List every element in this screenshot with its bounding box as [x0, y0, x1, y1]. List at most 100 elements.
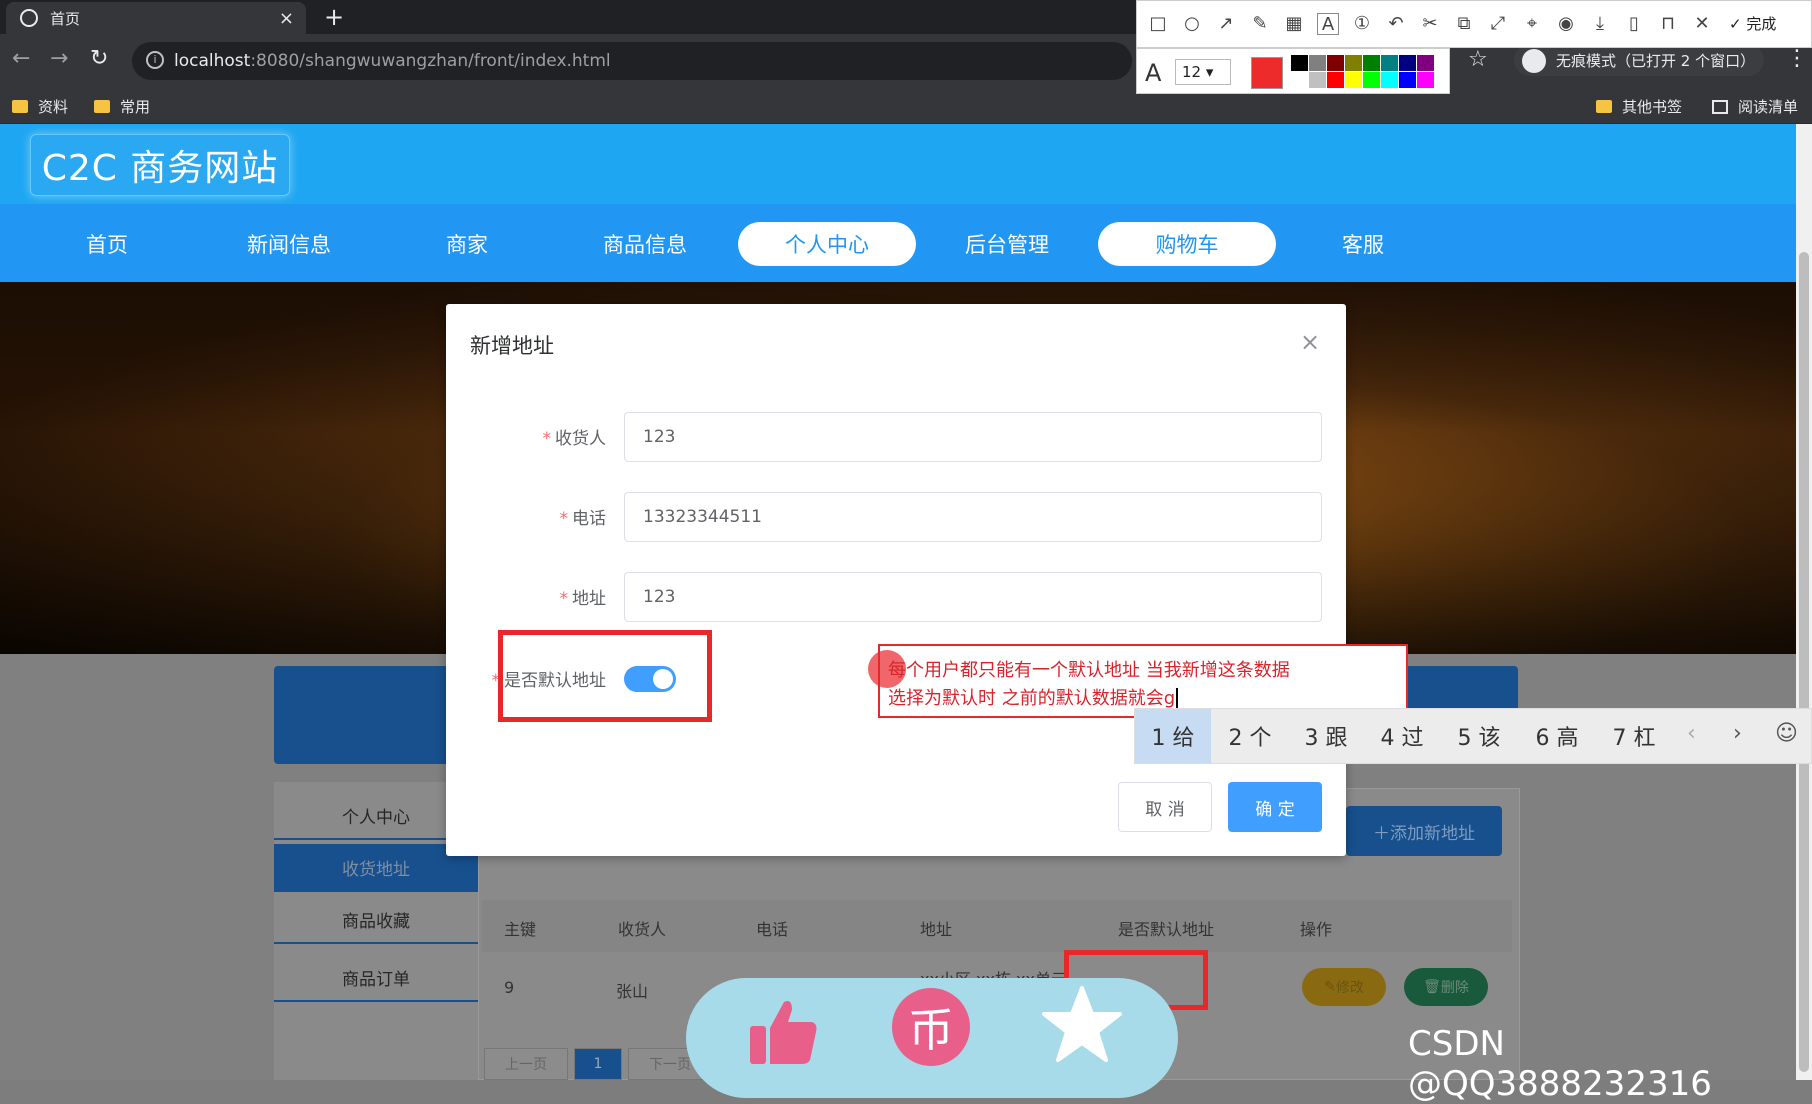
column-header: 操作: [1300, 920, 1333, 939]
palette-swatch[interactable]: [1327, 55, 1344, 71]
record-icon[interactable]: ◉: [1555, 13, 1577, 35]
bookmark-star-icon[interactable]: ☆: [1468, 47, 1488, 72]
ime-candidate[interactable]: 2 个: [1213, 709, 1287, 763]
sidebar-item-favorites[interactable]: 商品收藏: [274, 896, 478, 944]
palette-swatch[interactable]: [1381, 72, 1398, 88]
nav-item-news[interactable]: 新闻信息: [200, 222, 378, 266]
ime-emoji-icon[interactable]: ☺: [1775, 721, 1798, 746]
palette-swatch[interactable]: [1291, 55, 1308, 71]
close-icon[interactable]: ✕: [1691, 13, 1713, 35]
other-bookmarks[interactable]: 其他书签: [1596, 96, 1682, 117]
tab-close-icon[interactable]: ×: [279, 8, 294, 29]
palette-swatch[interactable]: [1363, 55, 1380, 71]
forward-arrow-icon[interactable]: →: [50, 46, 68, 71]
delete-button[interactable]: 🗑 删除: [1404, 968, 1488, 1006]
annotation-textbox[interactable]: 每个用户都只能有一个默认地址 当我新增这条数据 选择为默认时 之前的默认数据就会…: [868, 644, 1408, 718]
save-icon[interactable]: ▯: [1623, 13, 1645, 35]
ellipse-tool-icon[interactable]: ○: [1181, 13, 1203, 35]
palette-swatch[interactable]: [1363, 72, 1380, 88]
ime-candidate[interactable]: 7 杠: [1597, 709, 1671, 763]
bookmark-icon[interactable]: ⊓: [1657, 13, 1679, 35]
menu-kebab-icon[interactable]: ⋮: [1786, 46, 1808, 71]
palette-swatch[interactable]: [1345, 55, 1362, 71]
sidebar-item-orders[interactable]: 商品订单: [274, 954, 478, 1002]
palette-swatch[interactable]: [1309, 72, 1326, 88]
info-icon[interactable]: i: [146, 51, 164, 69]
add-address-label: 添加新地址: [1390, 823, 1475, 844]
palette-swatch[interactable]: [1399, 72, 1416, 88]
nav-item-admin[interactable]: 后台管理: [918, 222, 1096, 266]
palette-swatch[interactable]: [1291, 72, 1308, 88]
reload-icon[interactable]: ↻: [90, 46, 108, 71]
bookmark-folder[interactable]: 资料: [12, 96, 68, 117]
back-arrow-icon[interactable]: ←: [12, 46, 30, 71]
url-path: :8080/shangwuwangzhan/front/index.html: [250, 51, 611, 71]
palette-swatch[interactable]: [1309, 55, 1326, 71]
done-button[interactable]: ✓ 完成: [1729, 13, 1776, 35]
undo-icon[interactable]: ↶: [1385, 13, 1407, 35]
table-header: 主键 收货人 电话 地址 是否默认地址 操作: [482, 900, 1512, 952]
folder-icon: [1596, 100, 1612, 113]
page-1-button[interactable]: 1: [574, 1048, 622, 1080]
phone-input[interactable]: 13323344511: [624, 492, 1322, 542]
favorite-star-icon[interactable]: [1042, 984, 1122, 1064]
bookmark-folder[interactable]: 常用: [94, 96, 150, 117]
bookmark-label: 常用: [120, 98, 151, 116]
add-address-button[interactable]: ＋ 添加新地址: [1346, 806, 1502, 856]
ime-next-icon[interactable]: ›: [1733, 721, 1742, 746]
nav-item-merchants[interactable]: 商家: [378, 222, 556, 266]
palette-swatch[interactable]: [1399, 55, 1416, 71]
palette-swatch[interactable]: [1345, 72, 1362, 88]
palette-swatch[interactable]: [1417, 72, 1434, 88]
browser-tab[interactable]: 首页 ×: [6, 2, 306, 34]
site-logo[interactable]: C2C 商务网站: [30, 134, 290, 196]
arrow-tool-icon[interactable]: ↗: [1215, 13, 1237, 35]
number-tool-icon[interactable]: ①: [1351, 13, 1373, 35]
expand-icon[interactable]: ⤢: [1487, 13, 1509, 35]
ime-candidate[interactable]: 3 跟: [1289, 709, 1363, 763]
url-input[interactable]: i localhost:8080/shangwuwangzhan/front/i…: [132, 42, 1132, 80]
download-icon[interactable]: ⤓: [1589, 13, 1611, 35]
prev-page-button[interactable]: 上一页: [484, 1048, 568, 1080]
palette-swatch[interactable]: [1381, 55, 1398, 71]
like-thumb-icon[interactable]: [746, 994, 820, 1068]
ime-candidate[interactable]: 6 高: [1519, 709, 1595, 763]
ime-prev-icon[interactable]: ‹: [1687, 721, 1696, 746]
done-label: 完成: [1746, 15, 1777, 33]
site-nav: 首页 新闻信息 商家 商品信息 个人中心 后台管理 购物车 客服: [0, 204, 1796, 282]
annotation-red-box: [498, 630, 712, 722]
nav-item-service[interactable]: 客服: [1274, 222, 1452, 266]
rectangle-tool-icon[interactable]: □: [1147, 13, 1169, 35]
ime-candidate[interactable]: 4 过: [1365, 709, 1439, 763]
incognito-indicator[interactable]: 无痕模式（已打开 2 个窗口）: [1514, 44, 1764, 76]
font-size-select[interactable]: 12 ▾: [1175, 59, 1231, 85]
nav-item-home[interactable]: 首页: [18, 222, 196, 266]
pen-tool-icon[interactable]: ✎: [1249, 13, 1271, 35]
cut-icon[interactable]: ✂: [1419, 13, 1441, 35]
recipient-label: * 收货人: [542, 429, 607, 449]
cancel-button[interactable]: 取 消: [1118, 782, 1212, 832]
coin-icon[interactable]: 币: [892, 988, 970, 1066]
page-scrollbar[interactable]: [1796, 124, 1812, 1080]
confirm-button[interactable]: 确 定: [1228, 782, 1322, 832]
bookmark-label: 其他书签: [1622, 98, 1683, 116]
edit-button[interactable]: ✎ 修改: [1302, 968, 1386, 1006]
ime-candidate[interactable]: 5 该: [1441, 709, 1517, 763]
nav-item-products[interactable]: 商品信息: [556, 222, 734, 266]
palette-swatch[interactable]: [1417, 55, 1434, 71]
recipient-input[interactable]: 123: [624, 412, 1322, 462]
reading-list[interactable]: 阅读清单: [1712, 96, 1798, 117]
translate-icon[interactable]: ⧉: [1453, 13, 1475, 35]
text-tool-icon[interactable]: A: [1317, 13, 1339, 35]
address-input[interactable]: 123: [624, 572, 1322, 622]
mosaic-tool-icon[interactable]: ▦: [1283, 13, 1305, 35]
current-color-swatch[interactable]: [1251, 57, 1283, 89]
palette-swatch[interactable]: [1327, 72, 1344, 88]
nav-item-cart[interactable]: 购物车: [1098, 222, 1276, 266]
pin-icon[interactable]: ⌖: [1521, 13, 1543, 35]
nav-item-personal[interactable]: 个人中心: [738, 222, 916, 266]
column-header: 电话: [756, 920, 789, 939]
dialog-close-icon[interactable]: ×: [1300, 328, 1320, 356]
ime-candidate[interactable]: 1 给: [1135, 709, 1211, 763]
new-tab-button[interactable]: +: [324, 3, 344, 31]
